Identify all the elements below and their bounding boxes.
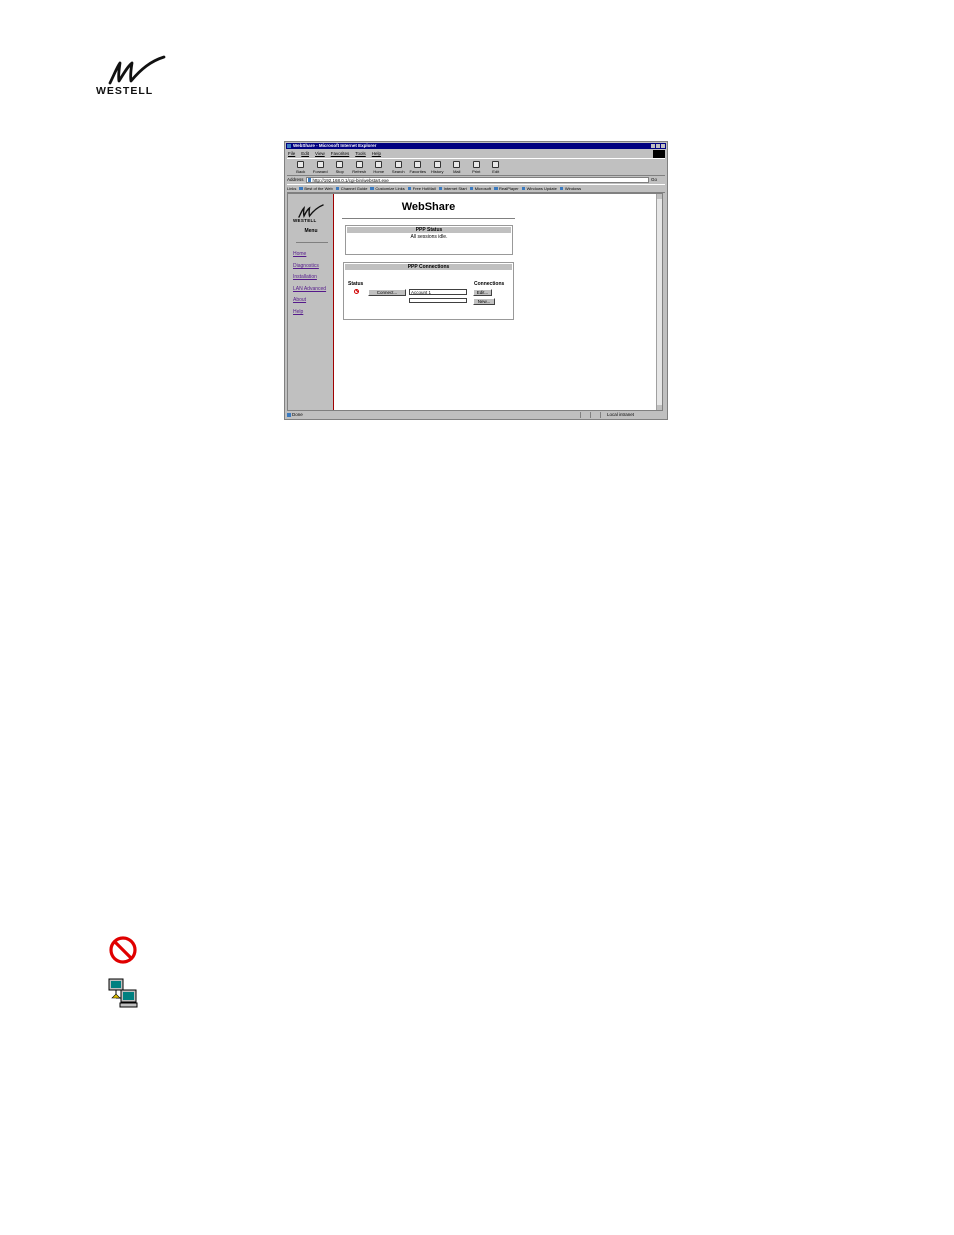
mail-icon — [453, 161, 461, 168]
new-connection-button[interactable]: New... — [473, 298, 495, 305]
back-button[interactable]: Back — [291, 159, 311, 175]
nav-list: Home Diagnostics Installation LAN Advanc… — [293, 251, 326, 321]
ppp-status-header: PPP Status — [347, 227, 511, 233]
menu-edit[interactable]: Edit — [301, 151, 309, 157]
links-label: Links — [287, 186, 297, 191]
maximize-button[interactable] — [656, 144, 660, 148]
sidebar-logo: WESTELL — [293, 204, 324, 226]
print-icon — [472, 161, 480, 168]
connected-computers-icon — [106, 976, 140, 1010]
sidebar-brand: WESTELL — [293, 218, 317, 223]
title-rule — [342, 218, 515, 219]
page-title: WebShare — [401, 201, 456, 213]
nav-home-link[interactable]: Home — [293, 251, 326, 263]
ppp-connections-panel: PPP Connections Status Connections Conne… — [343, 262, 514, 320]
address-label: Address — [287, 177, 304, 182]
edit-connection-button[interactable]: Edit... — [473, 289, 492, 296]
westell-swoosh-icon — [298, 204, 324, 219]
nav-installation-link[interactable]: Installation — [293, 274, 326, 286]
history-icon — [433, 161, 441, 168]
address-input[interactable]: http://192.168.0.1/cgi-bin/webstart.exe — [305, 176, 649, 183]
nav-help-link[interactable]: Help — [293, 309, 326, 321]
print-button[interactable]: Print — [467, 159, 487, 175]
history-button[interactable]: History — [428, 159, 448, 175]
connections-column-label: Connections — [474, 281, 505, 287]
link-channel-guide[interactable]: Channel Guide — [335, 186, 367, 191]
nav-diagnostics-link[interactable]: Diagnostics — [293, 263, 326, 275]
connect-button[interactable]: Connect... — [368, 289, 406, 296]
menu-favorites[interactable]: Favorites — [331, 151, 350, 157]
disconnected-status-icon — [354, 289, 359, 294]
link-windows[interactable]: Windows — [559, 186, 581, 191]
menu-file[interactable]: File — [288, 151, 295, 157]
menu-heading: Menu — [304, 228, 318, 234]
status-bar: Done Local intranet — [287, 412, 665, 418]
vertical-scrollbar[interactable] — [656, 194, 662, 410]
link-windows-update[interactable]: Windows Update — [521, 186, 557, 191]
page-content: WESTELL Menu Home Diagnostics Installati… — [287, 193, 663, 411]
zone-indicator: Local intranet — [600, 412, 665, 418]
title-bar: WebShare - Microsoft Internet Explorer — [286, 143, 666, 149]
windows-logo-icon — [653, 150, 665, 158]
mail-button[interactable]: Mail — [447, 159, 467, 175]
edit-icon — [492, 161, 500, 168]
stop-icon — [336, 161, 344, 168]
logo-wordmark: WESTELL — [96, 85, 154, 97]
link-realplayer[interactable]: RealPlayer — [494, 186, 519, 191]
ppp-connections-header: PPP Connections — [345, 264, 512, 270]
menu-tools[interactable]: Tools — [355, 151, 366, 157]
account-select[interactable]: Account 1 — [409, 289, 467, 295]
forward-button[interactable]: Forward — [311, 159, 331, 175]
link-best-of-web[interactable]: Best of the Web — [299, 186, 333, 191]
standard-toolbar: Back Forward Stop Refresh Home Search Fa… — [287, 158, 665, 176]
refresh-icon — [355, 161, 363, 168]
close-button[interactable] — [661, 144, 665, 148]
link-free-hotmail[interactable]: Free HotMail — [407, 186, 436, 191]
address-bar: Address http://192.168.0.1/cgi-bin/webst… — [287, 176, 665, 183]
links-bar: Links Best of the Web Channel Guide Cust… — [287, 184, 665, 193]
westell-logo: WESTELL — [96, 55, 166, 99]
sidebar-menu: WESTELL Menu Home Diagnostics Installati… — [288, 194, 334, 410]
forward-arrow-icon — [316, 161, 324, 168]
edit-button[interactable]: Edit — [486, 159, 506, 175]
link-internet-start[interactable]: Internet Start — [438, 186, 467, 191]
ppp-status-message: All sessions idle. — [410, 234, 448, 240]
link-microsoft[interactable]: Microsoft — [469, 186, 491, 191]
search-icon — [394, 161, 402, 168]
favorites-icon — [414, 161, 422, 168]
home-icon — [375, 161, 383, 168]
minimize-button[interactable] — [651, 144, 655, 148]
nav-lan-advanced-link[interactable]: LAN Advanced — [293, 286, 326, 298]
stop-button[interactable]: Stop — [330, 159, 350, 175]
link-customize-links[interactable]: Customize Links — [370, 186, 405, 191]
stop-icon — [106, 934, 140, 968]
ppp-status-panel: PPP Status All sessions idle. — [345, 225, 513, 255]
status-text: Done — [287, 412, 580, 418]
back-arrow-icon — [297, 161, 305, 168]
nav-about-link[interactable]: About — [293, 297, 326, 309]
go-button[interactable]: Go — [651, 177, 665, 182]
menu-view[interactable]: View — [315, 151, 325, 157]
status-column-label: Status — [348, 281, 364, 287]
home-button[interactable]: Home — [369, 159, 389, 175]
search-button[interactable]: Search — [389, 159, 409, 175]
account-list-blank[interactable] — [409, 298, 467, 303]
menu-bar: File Edit View Favorites Tools Help — [288, 151, 381, 157]
window-title: WebShare - Microsoft Internet Explorer — [293, 143, 377, 148]
menu-divider — [296, 242, 328, 243]
refresh-button[interactable]: Refresh — [350, 159, 370, 175]
window-controls — [651, 144, 665, 148]
ie-icon — [287, 144, 291, 148]
browser-window: WebShare - Microsoft Internet Explorer F… — [284, 141, 668, 420]
favorites-button[interactable]: Favorites — [408, 159, 428, 175]
status-cell — [590, 412, 600, 418]
status-cell — [580, 412, 590, 418]
menu-help[interactable]: Help — [372, 151, 381, 157]
westell-swoosh-icon — [108, 55, 166, 85]
